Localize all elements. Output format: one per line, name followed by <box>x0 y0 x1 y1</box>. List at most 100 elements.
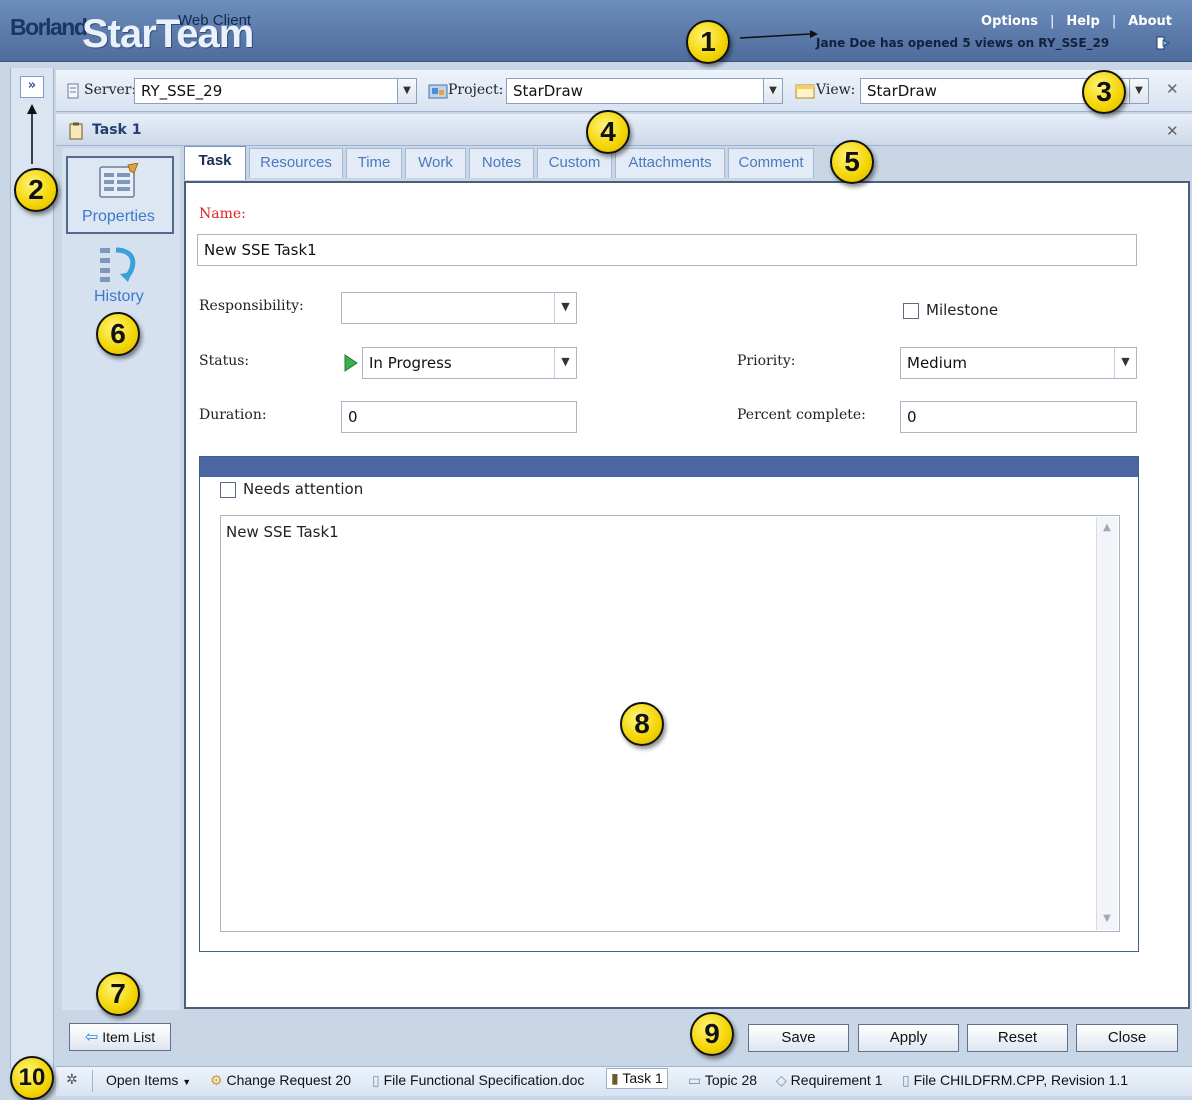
options-link[interactable]: Options <box>981 14 1038 29</box>
open-item-label: Task 1 <box>622 1070 663 1086</box>
tab-resources[interactable]: Resources <box>249 148 343 178</box>
status-play-icon <box>344 354 358 372</box>
chevron-down-icon[interactable]: ▼ <box>397 78 417 104</box>
milestone-label: Milestone <box>926 301 999 319</box>
tab-time[interactable]: Time <box>346 148 402 178</box>
save-button[interactable]: Save <box>748 1024 849 1052</box>
vertical-scrollbar[interactable] <box>1096 517 1118 930</box>
scroll-up-icon[interactable]: ▲ <box>1097 519 1117 537</box>
about-link[interactable]: About <box>1128 14 1172 29</box>
edition-label: Web Client <box>178 12 252 29</box>
group-title-bar <box>200 457 1138 477</box>
open-item-label: Change Request 20 <box>226 1072 351 1088</box>
open-item-label: File CHILDFRM.CPP, Revision 1.1 <box>913 1072 1129 1088</box>
open-item-file-revision[interactable]: ▯ File CHILDFRM.CPP, Revision 1.1 <box>902 1072 1128 1089</box>
caret-down-icon: ▼ <box>182 1077 192 1087</box>
open-item-label: File Functional Specification.doc <box>383 1072 585 1088</box>
tab-attachments[interactable]: Attachments <box>615 148 725 178</box>
open-item-task[interactable]: ▮ Task 1 <box>606 1068 668 1089</box>
milestone-checkbox[interactable] <box>903 303 919 319</box>
chevron-down-icon[interactable]: ▼ <box>554 293 576 323</box>
item-list-button[interactable]: ⇦ Item List <box>69 1023 171 1051</box>
chevron-down-icon[interactable]: ▼ <box>1129 78 1149 104</box>
percent-complete-field[interactable]: 0 <box>900 401 1137 433</box>
help-link[interactable]: Help <box>1066 14 1099 29</box>
view-icon <box>795 84 815 99</box>
item-list-label: Item List <box>102 1029 156 1045</box>
server-select[interactable]: RY_SSE_29 <box>134 78 398 104</box>
link-separator: | <box>1049 14 1055 29</box>
percent-complete-label: Percent complete: <box>737 407 866 423</box>
responsibility-select[interactable] <box>341 292 577 324</box>
name-label: Name: <box>199 206 246 222</box>
duration-label: Duration: <box>199 407 267 423</box>
item-title: Task 1 <box>92 122 142 138</box>
server-label: Server: <box>84 82 137 98</box>
divider <box>92 1070 93 1092</box>
reset-button[interactable]: Reset <box>967 1024 1068 1052</box>
project-label: Project: <box>448 82 504 98</box>
view-label: View: <box>816 82 856 98</box>
callout-badge: 6 <box>96 312 140 356</box>
description-textarea[interactable] <box>220 515 1120 932</box>
callout-badge: 3 <box>1082 70 1126 114</box>
link-separator: | <box>1111 14 1117 29</box>
open-item-label: Requirement 1 <box>790 1072 883 1088</box>
open-items-label: Open Items <box>106 1072 179 1088</box>
priority-label: Priority: <box>737 353 796 369</box>
top-links: Options | Help | About <box>981 14 1172 29</box>
gear-icon[interactable]: ✲ <box>66 1072 78 1088</box>
open-item-requirement[interactable]: ◇ Requirement 1 <box>776 1072 883 1089</box>
duration-field[interactable]: 0 <box>341 401 577 433</box>
callout-badge: 2 <box>14 168 58 212</box>
project-icon <box>428 84 448 99</box>
topic-icon: ▭ <box>688 1072 702 1088</box>
requirement-icon: ◇ <box>776 1072 787 1088</box>
history-label[interactable]: History <box>94 288 144 306</box>
close-icon[interactable]: ✕ <box>1166 80 1179 98</box>
open-item-topic[interactable]: ▭ Topic 28 <box>688 1072 757 1089</box>
server-icon <box>67 83 79 99</box>
properties-label[interactable]: Properties <box>82 208 155 226</box>
callout-badge: 10 <box>10 1056 54 1100</box>
name-field[interactable]: New SSE Task1 <box>197 234 1137 266</box>
status-label: Status: <box>199 353 250 369</box>
expand-panel-button[interactable]: » <box>20 76 44 98</box>
chevron-down-icon[interactable]: ▼ <box>763 78 783 104</box>
tab-comment[interactable]: Comment <box>728 148 814 178</box>
history-icon[interactable] <box>98 244 140 284</box>
callout-badge: 7 <box>96 972 140 1016</box>
tab-work[interactable]: Work <box>405 148 466 178</box>
close-button[interactable]: Close <box>1076 1024 1178 1052</box>
callout-badge: 9 <box>690 1012 734 1056</box>
logout-icon[interactable] <box>1156 36 1170 50</box>
open-items-menu[interactable]: Open Items ▼ <box>106 1072 191 1088</box>
chevron-down-icon[interactable]: ▼ <box>554 348 576 378</box>
file-icon: ▯ <box>372 1072 380 1088</box>
priority-select[interactable]: Medium <box>900 347 1137 379</box>
task-icon <box>69 122 83 140</box>
needs-attention-checkbox[interactable] <box>220 482 236 498</box>
chevron-down-icon[interactable]: ▼ <box>1114 348 1136 378</box>
tab-notes[interactable]: Notes <box>469 148 534 178</box>
task-icon: ▮ <box>611 1070 619 1086</box>
close-icon[interactable]: ✕ <box>1166 122 1179 140</box>
description-text: New SSE Task1 <box>226 523 339 541</box>
open-item-label: Topic 28 <box>704 1072 758 1088</box>
callout-badge: 4 <box>586 110 630 154</box>
callout-badge: 5 <box>830 140 874 184</box>
apply-button[interactable]: Apply <box>858 1024 959 1052</box>
open-item-file[interactable]: ▯ File Functional Specification.doc <box>372 1072 584 1089</box>
scroll-down-icon[interactable]: ▼ <box>1097 910 1117 928</box>
brand-logo-text: Borland <box>10 14 88 40</box>
tab-task[interactable]: Task <box>184 146 246 180</box>
status-message: Jane Doe has opened 5 views on RY_SSE_29 <box>816 36 1110 50</box>
project-select[interactable]: StarDraw <box>506 78 764 104</box>
callout-badge: 8 <box>620 702 664 746</box>
open-item-change-request[interactable]: ⚙ Change Request 20 <box>210 1072 351 1089</box>
status-select[interactable]: In Progress <box>362 347 577 379</box>
needs-attention-label: Needs attention <box>243 480 364 498</box>
change-request-icon: ⚙ <box>210 1072 223 1088</box>
properties-icon <box>99 163 139 198</box>
callout-pointer-arrow <box>27 104 37 164</box>
